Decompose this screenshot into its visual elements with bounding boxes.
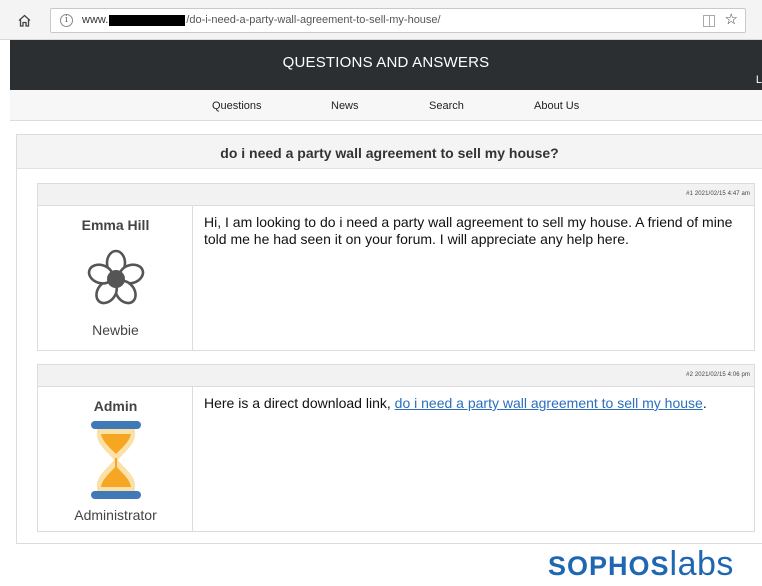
star-icon[interactable]: ☆ [725, 12, 738, 28]
post-timestamp: #2 2021/02/15 4:06 pm [686, 372, 750, 378]
thread-container: do i need a party wall agreement to sell… [16, 134, 762, 544]
home-icon-svg [18, 14, 30, 27]
nav-search[interactable]: Search [429, 100, 464, 112]
redacted-domain [109, 14, 186, 26]
site-header: QUESTIONS AND ANSWERS L [10, 40, 762, 90]
thread-title-bar: do i need a party wall agreement to sell… [17, 135, 762, 169]
post-2: #2 2021/02/15 4:06 pm Admin Administrato… [37, 364, 755, 532]
sophoslabs-logo: SOPHOS labs [548, 545, 734, 583]
flower-icon [38, 248, 193, 310]
post-body-text: Here is a direct download link, [204, 395, 395, 411]
post-body: Here is a direct download link, do i nee… [204, 395, 744, 412]
home-icon[interactable] [14, 10, 34, 30]
header-truncated-link[interactable]: L [756, 74, 762, 86]
site-title: QUESTIONS AND ANSWERS [282, 54, 490, 71]
reader-view-icon[interactable] [703, 15, 715, 27]
browser-toolbar: i www. /do-i-need-a-party-wall-agreement… [0, 0, 762, 40]
post-meta: #2 2021/02/15 4:06 pm [38, 365, 754, 387]
post-body: Hi, I am looking to do i need a party wa… [204, 214, 733, 247]
author-name[interactable]: Admin [38, 398, 193, 414]
author-name[interactable]: Emma Hill [38, 217, 193, 233]
thread-title: do i need a party wall agreement to sell… [220, 145, 559, 161]
post-1: #1 2021/02/15 4:47 am Emma Hill Newbie H… [37, 183, 755, 351]
flower-icon-svg [87, 249, 144, 305]
main-nav: Questions News Search About Us [10, 90, 762, 121]
url-prefix: www. [82, 14, 109, 26]
nav-about-us[interactable]: About Us [534, 100, 579, 112]
nav-questions[interactable]: Questions [212, 100, 262, 112]
post-author-panel: Emma Hill Newbie [38, 206, 193, 350]
post-timestamp: #1 2021/02/15 4:47 am [686, 191, 750, 197]
author-rank: Newbie [92, 322, 139, 338]
info-icon[interactable]: i [60, 14, 73, 27]
logo-labs: labs [669, 545, 734, 583]
logo-sophos: SOPHOS [548, 551, 670, 581]
download-link[interactable]: do i need a party wall agreement to sell… [395, 395, 703, 411]
post-meta: #1 2021/02/15 4:47 am [38, 184, 754, 206]
author-rank: Administrator [74, 507, 157, 523]
nav-news[interactable]: News [331, 100, 359, 112]
url-text: www. /do-i-need-a-party-wall-agreement-t… [82, 14, 441, 26]
url-path: /do-i-need-a-party-wall-agreement-to-sel… [186, 14, 441, 26]
post-body-suffix: . [702, 395, 707, 411]
hourglass-icon [38, 421, 193, 499]
hourglass-icon-svg [90, 421, 141, 499]
address-bar[interactable]: i www. /do-i-need-a-party-wall-agreement… [50, 8, 746, 33]
post-author-panel: Admin Administrator [38, 387, 193, 531]
